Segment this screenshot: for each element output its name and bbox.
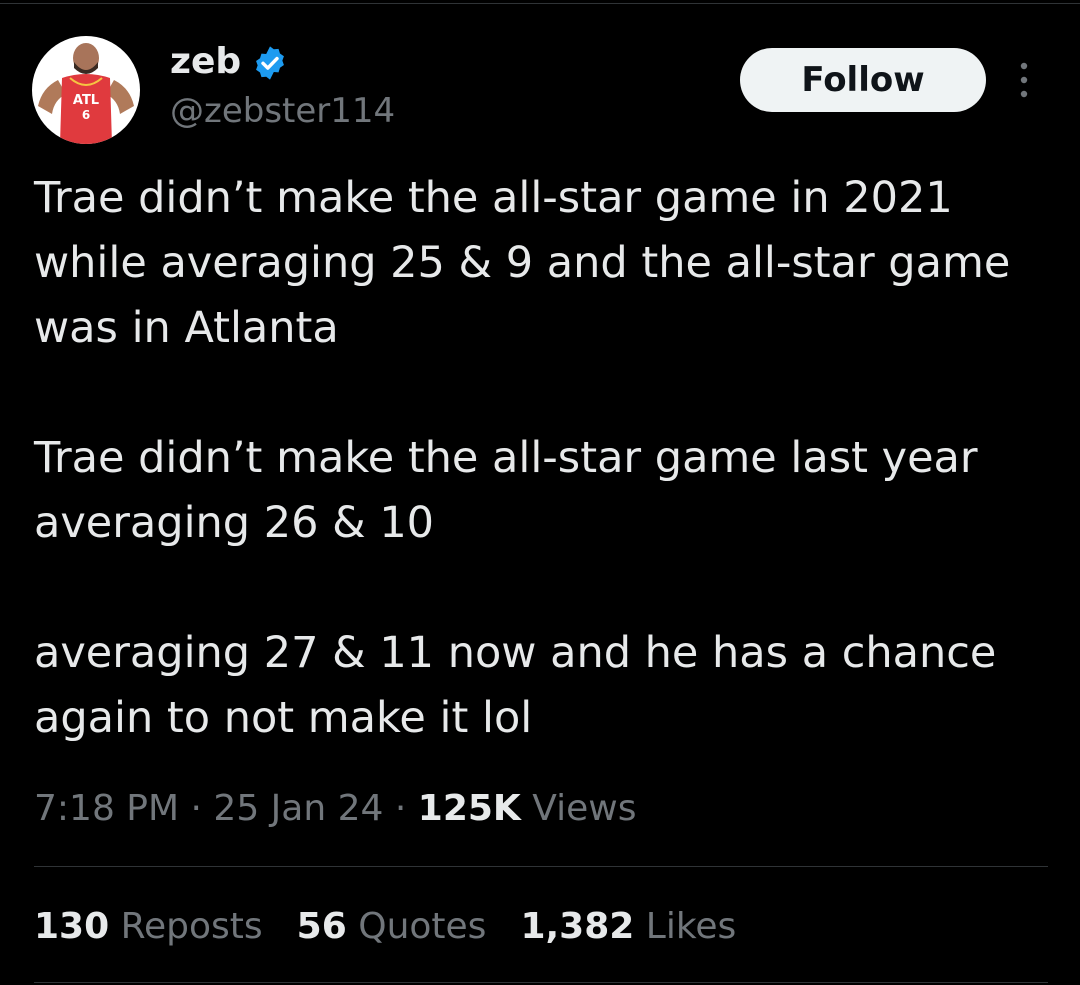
tweet-time[interactable]: 7:18 PM	[34, 788, 179, 829]
author-display-name[interactable]: zeb	[170, 38, 241, 86]
likes-count: 1,382	[520, 906, 635, 947]
author-handle[interactable]: @zebster114	[170, 87, 395, 135]
views-count: 125K	[417, 788, 521, 829]
likes-stat[interactable]: 1,382 Likes	[520, 900, 736, 954]
quotes-stat[interactable]: 56 Quotes	[297, 900, 487, 954]
avatar-image: ATL 6	[32, 36, 140, 144]
tweet-paragraph: averaging 27 & 11 now and he has a chanc…	[34, 628, 997, 743]
verified-badge-icon	[256, 46, 284, 80]
engagement-stats: 130 Reposts 56 Quotes 1,382 Likes	[34, 900, 736, 954]
bottom-divider	[34, 982, 1048, 983]
reposts-stat[interactable]: 130 Reposts	[34, 900, 263, 954]
meta-separator: ·	[190, 788, 202, 829]
tweet-meta: 7:18 PM · 25 Jan 24 · 125K Views	[34, 782, 636, 836]
tweet-text: Trae didn’t make the all-star game in 20…	[34, 166, 1064, 751]
reposts-label: Reposts	[120, 906, 263, 947]
quotes-count: 56	[296, 906, 347, 947]
quotes-label: Quotes	[358, 906, 487, 947]
top-divider	[0, 3, 1080, 4]
tweet-date[interactable]: 25 Jan 24	[213, 788, 383, 829]
more-options-icon[interactable]	[1012, 60, 1036, 100]
tweet-paragraph: Trae didn’t make the all-star game in 20…	[34, 173, 1011, 353]
avatar[interactable]: ATL 6	[32, 36, 140, 144]
likes-label: Likes	[645, 906, 737, 947]
views-label: Views	[532, 788, 637, 829]
tweet-paragraph: Trae didn’t make the all-star game last …	[34, 433, 978, 548]
avatar-jersey-text: ATL	[73, 93, 99, 108]
reposts-count: 130	[34, 906, 110, 947]
avatar-jersey-number: 6	[82, 108, 90, 122]
stats-divider	[34, 866, 1048, 867]
follow-button[interactable]: Follow	[740, 48, 986, 112]
meta-separator: ·	[394, 788, 407, 829]
